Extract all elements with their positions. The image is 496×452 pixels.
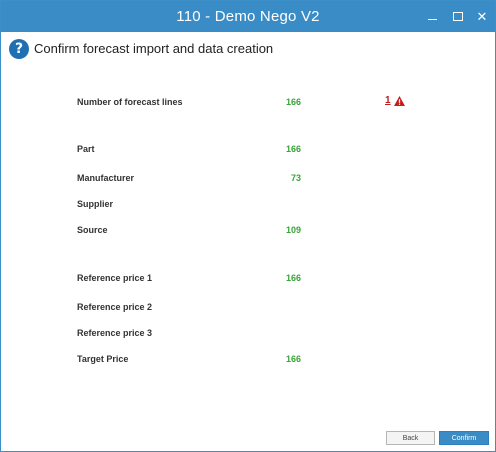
row-label: Part — [77, 144, 95, 154]
close-icon: ✕ — [476, 8, 488, 24]
dialog-window: 110 - Demo Nego V2 ✕ ? Confirm forecast … — [0, 0, 496, 452]
row-label: Target Price — [77, 354, 129, 364]
row-part: Part 166 — [1, 144, 495, 160]
row-label: Number of forecast lines — [77, 97, 183, 107]
row-reference-price-2: Reference price 2 — [1, 302, 495, 318]
row-source: Source 109 — [1, 225, 495, 241]
warning-count-link[interactable]: 1 — [385, 95, 391, 106]
row-label: Reference price 1 — [77, 273, 153, 283]
row-reference-price-3: Reference price 3 — [1, 328, 495, 344]
confirm-button[interactable]: Confirm — [439, 431, 489, 445]
row-manufacturer: Manufacturer 73 — [1, 173, 495, 189]
title-bar: 110 - Demo Nego V2 ✕ — [1, 1, 495, 32]
warning-indicator: 1 — [385, 95, 405, 106]
row-reference-price-1: Reference price 1 166 — [1, 273, 495, 289]
row-value: 166 — [285, 354, 301, 364]
row-value: 109 — [285, 225, 301, 235]
row-label: Reference price 2 — [77, 302, 153, 312]
row-label: Manufacturer — [77, 173, 135, 183]
row-value: 166 — [285, 273, 301, 283]
row-supplier: Supplier — [1, 199, 495, 215]
row-label: Source — [77, 225, 108, 235]
row-label: Supplier — [77, 199, 114, 209]
row-value: 73 — [290, 173, 301, 183]
row-value: 166 — [285, 97, 301, 107]
warning-triangle-icon — [393, 95, 405, 106]
row-label: Reference price 3 — [77, 328, 153, 338]
minimize-icon — [427, 19, 437, 20]
row-target-price: Target Price 166 — [1, 354, 495, 370]
maximize-icon — [453, 12, 463, 21]
question-icon: ? — [9, 39, 29, 59]
page-title: Confirm forecast import and data creatio… — [34, 41, 274, 56]
row-forecast-lines: Number of forecast lines 166 1 — [1, 95, 495, 113]
close-button[interactable]: ✕ — [467, 1, 496, 32]
back-button[interactable]: Back — [386, 431, 435, 445]
row-value: 166 — [285, 144, 301, 154]
